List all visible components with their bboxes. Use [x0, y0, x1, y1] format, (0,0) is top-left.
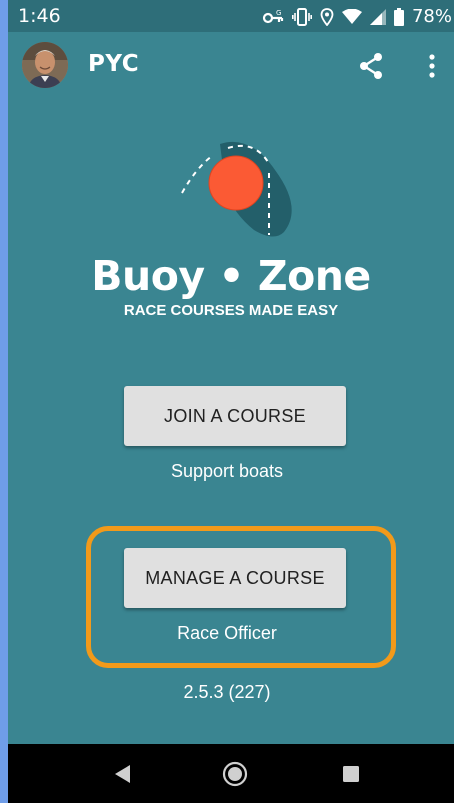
recent-apps-icon[interactable] [338, 761, 364, 787]
back-icon[interactable] [110, 761, 136, 787]
battery-percent: 78% [411, 6, 452, 27]
app-title: PYC [88, 51, 140, 77]
app-screen: 1:46 G 78% PYC Buoy • Zone RACE COURSES … [8, 0, 454, 803]
app-version: 2.5.3 (227) [183, 682, 271, 702]
navigation-bar [8, 744, 454, 803]
manage-course-button[interactable]: MANAGE A COURSE [124, 548, 346, 608]
signal-icon [369, 8, 386, 25]
status-time: 1:46 [18, 5, 61, 27]
share-icon[interactable] [356, 51, 386, 81]
location-icon [320, 7, 334, 26]
app-bar: PYC [8, 32, 454, 104]
brand-tagline: RACE COURSES MADE EASY [123, 302, 339, 319]
buoy-zone-logo [181, 141, 292, 237]
svg-text:G: G [276, 9, 281, 17]
home-icon[interactable] [222, 761, 248, 787]
manage-course-subtitle: Race Officer [177, 623, 277, 643]
status-icons: G 78% [262, 6, 452, 27]
more-vert-icon[interactable] [420, 51, 444, 81]
avatar[interactable] [22, 42, 68, 88]
vibrate-icon [291, 7, 312, 26]
brand-name: Buoy • Zone [91, 252, 371, 300]
vpn-key-icon: G [262, 9, 284, 23]
status-bar: 1:46 G 78% [8, 0, 454, 32]
wifi-icon [341, 8, 362, 24]
battery-icon [393, 7, 404, 26]
join-course-subtitle: Support boats [170, 461, 284, 481]
avatar-photo [22, 42, 68, 88]
join-course-button[interactable]: JOIN A COURSE [124, 386, 346, 446]
